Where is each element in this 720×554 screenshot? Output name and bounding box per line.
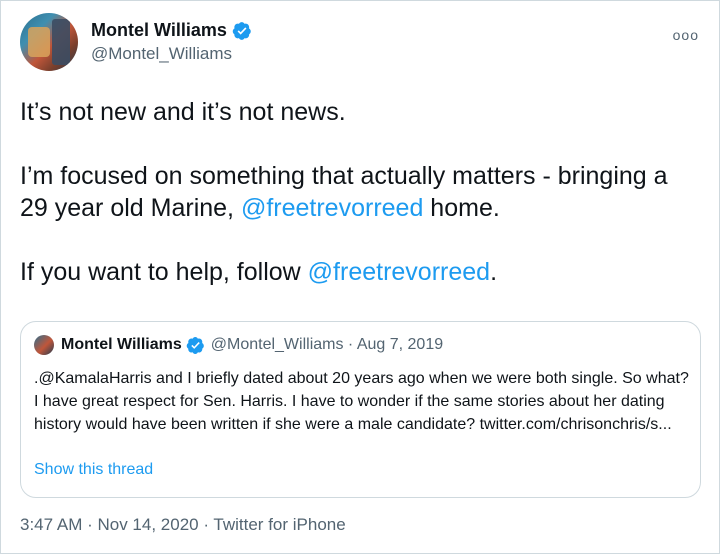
avatar-image-detail: [52, 19, 70, 65]
tweet-timestamp[interactable]: 3:47 AM · Nov 14, 2020 · Twitter for iPh…: [20, 515, 346, 535]
tweet-text: home.: [423, 194, 500, 222]
mention-link[interactable]: @freetrevorreed: [241, 194, 423, 222]
quoted-tweet-text: .@KamalaHarris and I briefly dated about…: [34, 370, 689, 433]
tweet-paragraph: It’s not new and it’s not news.: [20, 96, 700, 128]
quoted-tweet-meta: @Montel_Williams · Aug 7, 2019: [210, 336, 444, 353]
avatar-image-detail: [28, 27, 50, 57]
verified-badge-icon: [186, 336, 204, 354]
tweet-paragraph: I’m focused on something that actually m…: [20, 160, 700, 224]
quoted-author-name: Montel Williams: [61, 336, 182, 353]
tweet-paragraph: If you want to help, follow @freetrevorr…: [20, 256, 700, 288]
tweet-text: It’s not new and it’s not news.: [20, 98, 346, 126]
author-handle[interactable]: @Montel_Williams: [91, 44, 232, 64]
quoted-tweet-header: Montel Williams @Montel_Williams · Aug 7…: [34, 335, 443, 355]
author-name-row: Montel Williams: [91, 20, 252, 41]
quoted-tweet[interactable]: Montel Williams @Montel_Williams · Aug 7…: [20, 321, 701, 498]
tweet-body: It’s not new and it’s not news. I’m focu…: [20, 96, 700, 288]
author-avatar[interactable]: [20, 13, 78, 71]
mention-link[interactable]: @freetrevorreed: [308, 258, 490, 286]
quoted-author-avatar: [34, 335, 54, 355]
show-thread-link[interactable]: Show this thread: [34, 461, 153, 479]
author-name[interactable]: Montel Williams: [91, 20, 227, 41]
tweet-text: .: [490, 258, 498, 286]
verified-badge-icon: [232, 21, 251, 40]
tweet-card: Montel Williams @Montel_Williams ooo It’…: [0, 0, 720, 554]
tweet-text: If you want to help, follow: [20, 258, 308, 286]
more-options-icon[interactable]: ooo: [673, 27, 699, 43]
